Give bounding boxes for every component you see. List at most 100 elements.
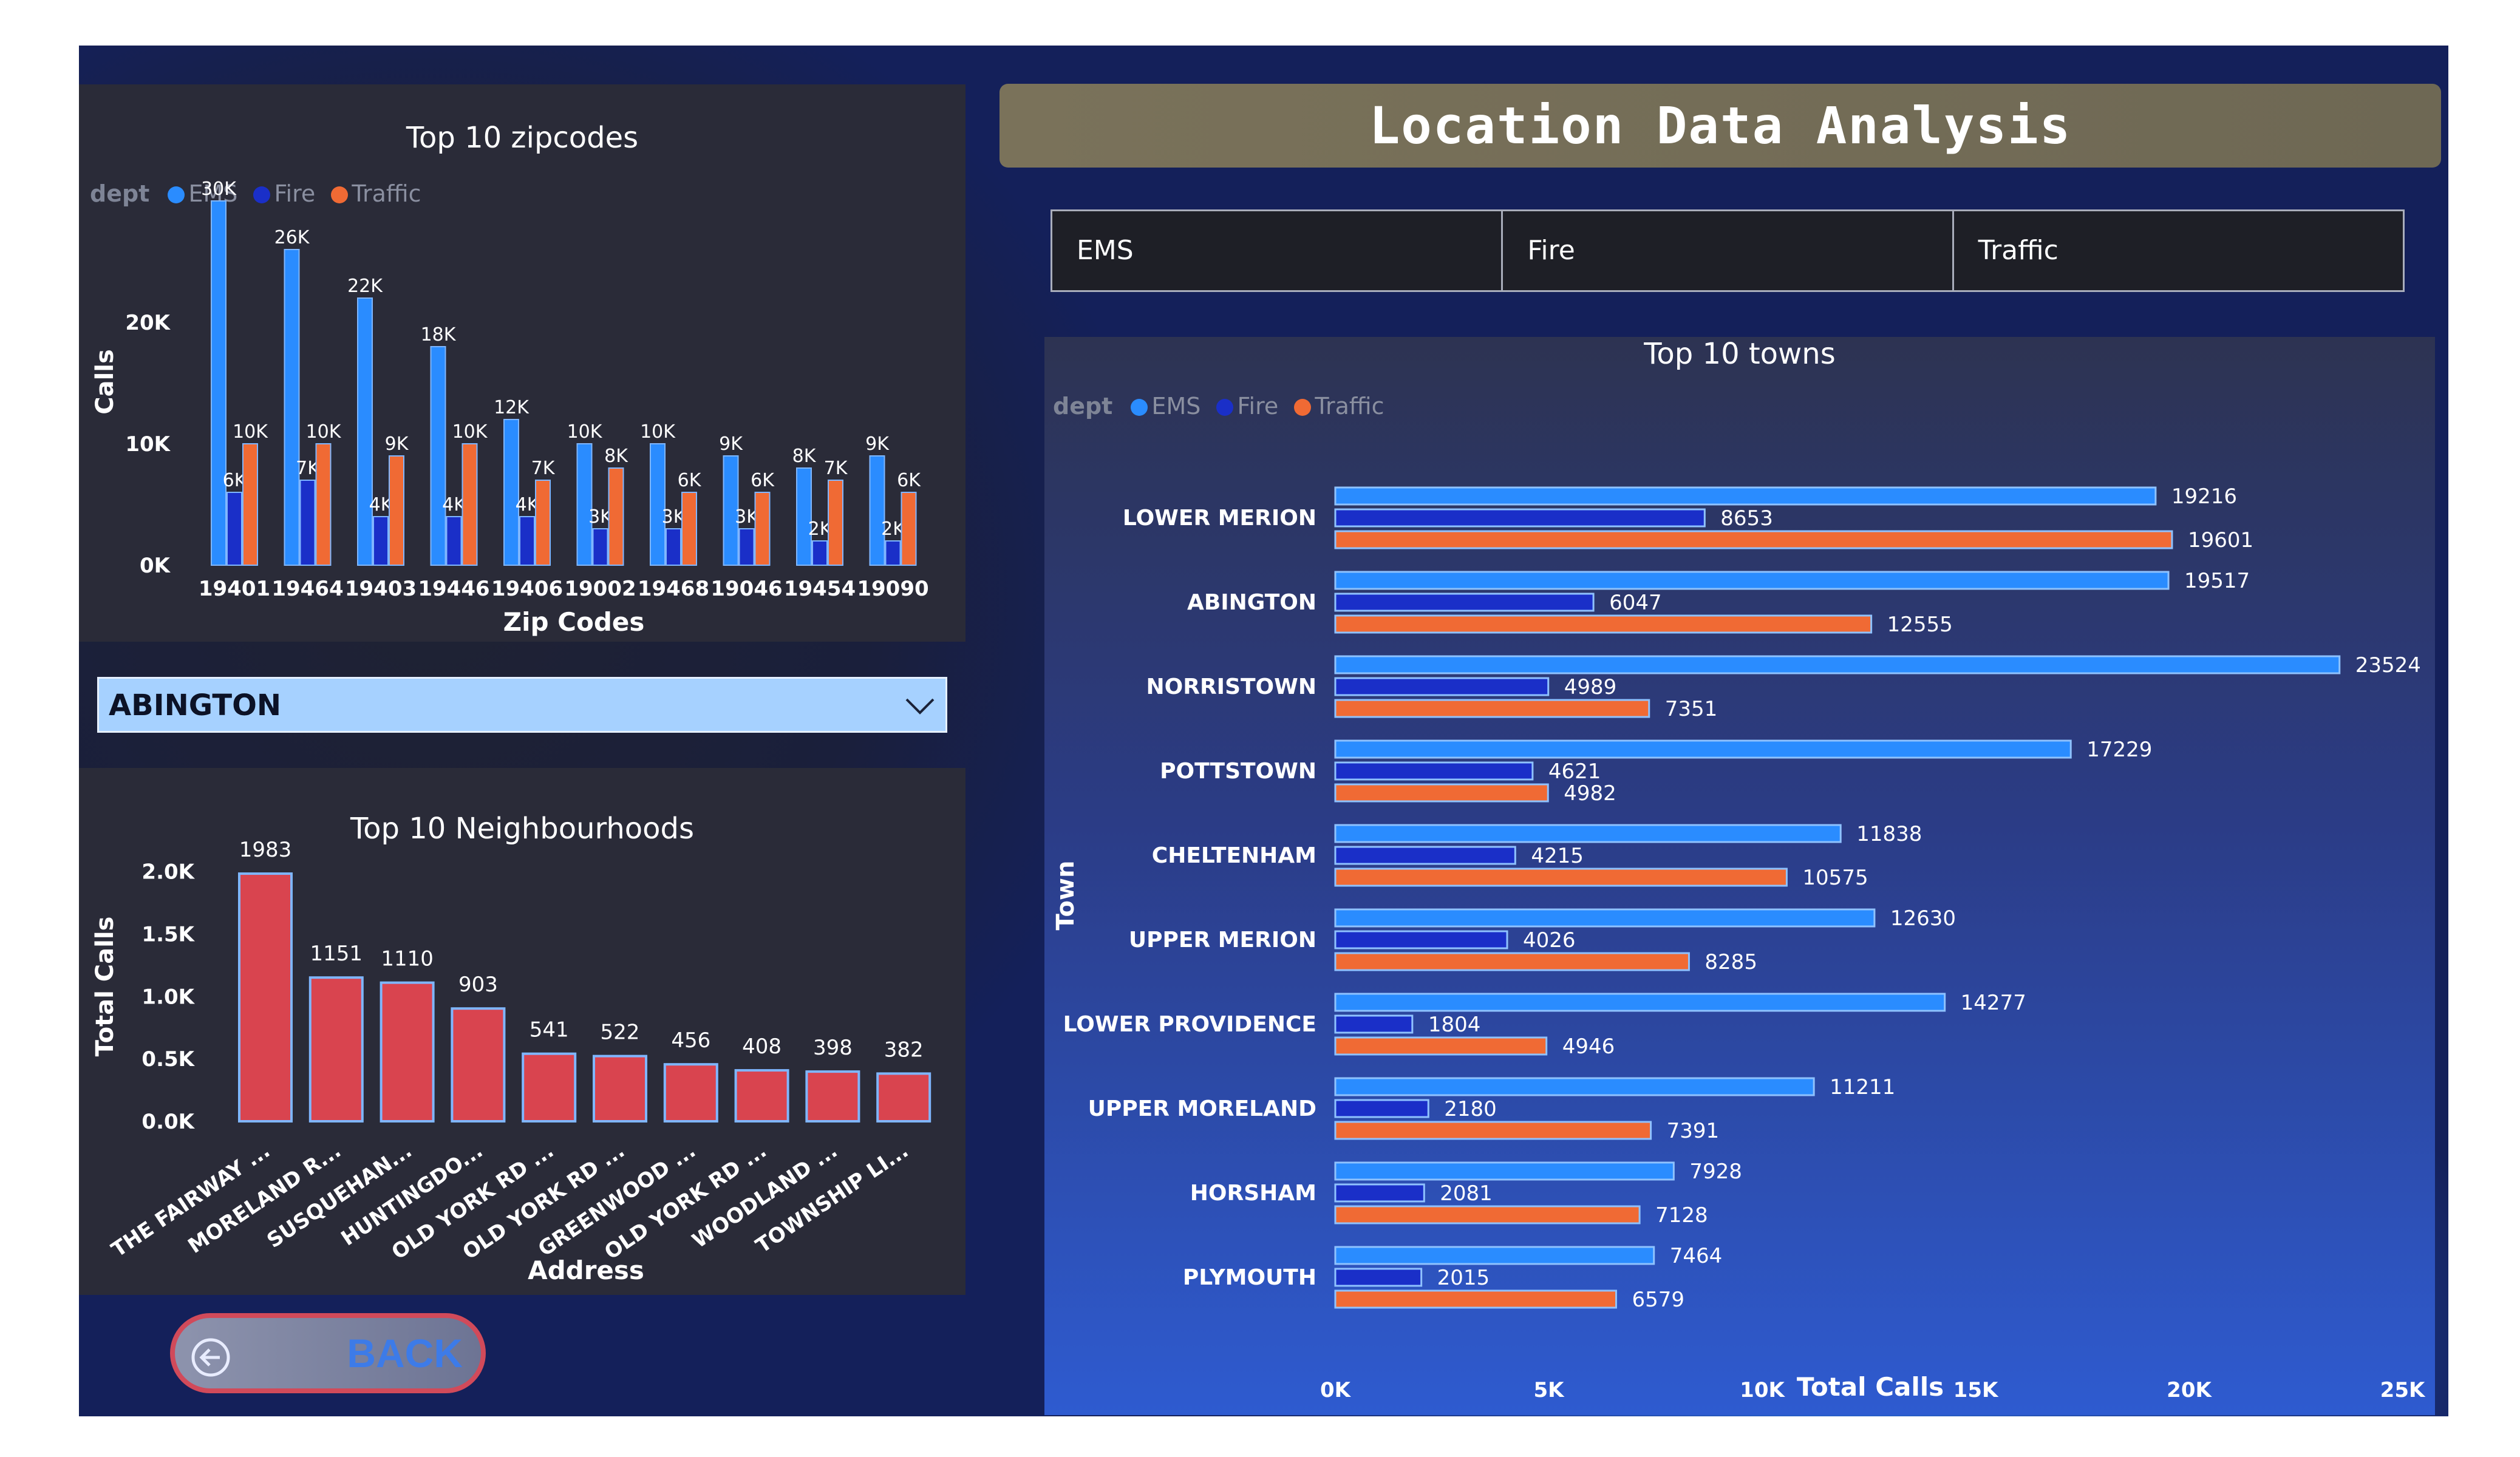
nb-data-label: 903: [458, 973, 498, 997]
zip-bar-traffic: [461, 443, 478, 566]
zip-bar-fire: [373, 516, 389, 566]
towns-ytick-label: UPPER MORELAND: [1088, 1096, 1316, 1121]
towns-data-label-ems: 7928: [1689, 1160, 1742, 1184]
zip-xaxis-title: Zip Codes: [503, 607, 645, 637]
zip-data-label-ems: 18K: [421, 324, 457, 345]
nb-bar: [734, 1069, 789, 1122]
nb-bar: [380, 981, 435, 1122]
dashboard-canvas: Top 10 zipcodes dept EMS Fire Traffic 0K…: [79, 46, 2448, 1416]
towns-data-label-traffic: 12555: [1887, 613, 1953, 637]
towns-data-label-fire: 8653: [1720, 506, 1773, 531]
neighbourhoods-panel: Top 10 Neighbourhoods 0.0K 0.5K 1.0K 1.5K 2.…: [79, 768, 965, 1295]
zip-data-label-ems: 26K: [274, 227, 310, 248]
towns-chart: 0K 5K 10K 15K 20K 25K Total Calls Town LOWER MER…: [1052, 484, 2426, 1402]
zip-xtick-label: 19464: [271, 577, 343, 601]
towns-data-label-ems: 14277: [1961, 991, 2026, 1015]
towns-data-label-traffic: 7391: [1667, 1119, 1720, 1143]
towns-ytick-label: NORRISTOWN: [1146, 674, 1317, 699]
zip-data-label-ems: 30K: [201, 178, 237, 200]
zip-ytick-label: 10K: [125, 432, 171, 457]
zip-bar-ems: [284, 249, 300, 566]
zip-xtick-label: 19403: [345, 577, 417, 601]
towns-data-label-ems: 17229: [2086, 738, 2152, 762]
towns-bar-ems: [1334, 739, 2072, 759]
neighbourhoods-chart: 0.0K 0.5K 1.0K 1.5K 2.0K Total Calls Address 19…: [91, 838, 931, 1285]
nb-data-label: 398: [813, 1036, 853, 1060]
nb-bar: [593, 1055, 647, 1123]
back-button[interactable]: BACK: [170, 1313, 486, 1393]
nb-ytick-label: 0.0K: [141, 1110, 195, 1134]
nb-ytick-label: 1.0K: [141, 985, 195, 1009]
zip-data-label-ems: 10K: [567, 421, 603, 443]
nb-yaxis-title: Total Calls: [91, 917, 119, 1057]
zip-data-label-ems: 10K: [640, 421, 676, 443]
nb-data-label: 1110: [381, 947, 434, 971]
zip-data-label-traffic: 10K: [306, 421, 342, 443]
nb-data-label: 456: [671, 1028, 710, 1053]
zip-xtick-label: 19002: [564, 577, 636, 601]
zip-bar-ems: [576, 443, 593, 566]
towns-bar-fire: [1334, 761, 1534, 781]
zip-bar-ems: [430, 346, 446, 566]
zip-data-label-ems: 22K: [347, 276, 383, 297]
nb-ytick-label: 1.5K: [141, 922, 195, 946]
towns-data-label-fire: 4989: [1564, 675, 1617, 699]
town-dropdown-value: ABINGTON: [109, 688, 282, 722]
nb-data-label: 1151: [310, 942, 363, 966]
dept-slicer: EMS Fire Traffic: [1051, 209, 2405, 292]
town-dropdown[interactable]: ABINGTON: [97, 677, 947, 733]
nb-ytick-label: 2.0K: [141, 860, 195, 885]
towns-data-label-fire: 4215: [1531, 844, 1584, 868]
towns-bar-traffic: [1334, 1121, 1652, 1140]
dept-button-traffic[interactable]: Traffic: [1954, 211, 2403, 290]
dept-button-ems[interactable]: EMS: [1052, 211, 1503, 290]
zip-bar-fire: [592, 528, 608, 566]
zip-data-label-ems: 12K: [494, 397, 530, 418]
back-button-label: BACK: [347, 1331, 463, 1376]
towns-yaxis-title: Town: [1052, 861, 1080, 931]
zip-bar-ems: [211, 200, 226, 566]
towns-xtick-label: 25K: [2380, 1378, 2426, 1402]
zip-xtick-label: 19401: [199, 577, 270, 601]
towns-bar-ems: [1334, 1161, 1675, 1181]
zip-bar-fire: [666, 528, 681, 566]
zip-bar-ems: [650, 443, 666, 566]
towns-data-label-fire: 6047: [1609, 591, 1662, 615]
towns-data-label-traffic: 10575: [1802, 866, 1868, 890]
nb-bar: [876, 1072, 931, 1122]
page-title: Location Data Analysis: [999, 84, 2441, 168]
zip-bar-traffic: [608, 467, 624, 566]
towns-data-label-traffic: 7128: [1655, 1203, 1708, 1228]
zip-data-label-traffic: 7K: [824, 458, 848, 479]
towns-xtick-label: 0K: [1320, 1378, 1352, 1402]
dept-button-fire[interactable]: Fire: [1503, 211, 1954, 290]
towns-bar-ems: [1334, 993, 1946, 1012]
zip-bar-fire: [885, 540, 901, 566]
towns-data-label-fire: 2015: [1437, 1266, 1490, 1290]
towns-ytick-label: ABINGTON: [1187, 590, 1316, 615]
zip-xtick-label: 19454: [784, 577, 856, 601]
towns-bar-traffic: [1334, 1205, 1641, 1224]
towns-ytick-label: LOWER PROVIDENCE: [1063, 1012, 1316, 1037]
nb-bar: [238, 872, 293, 1122]
zip-ytick-label: 20K: [125, 311, 171, 335]
towns-data-label-traffic: 6579: [1632, 1288, 1685, 1312]
towns-data-label-traffic: 4946: [1562, 1034, 1615, 1059]
towns-bar-ems: [1334, 1246, 1655, 1265]
zip-bar-traffic: [754, 492, 771, 566]
towns-xaxis-title: Total Calls: [1797, 1372, 1944, 1402]
towns-data-label-ems: 19216: [2171, 484, 2237, 509]
towns-bar-traffic: [1334, 699, 1650, 718]
zip-data-label-ems: 9K: [865, 433, 890, 455]
zip-xtick-label: 19468: [638, 577, 709, 601]
towns-bar-fire: [1334, 1014, 1414, 1034]
towns-bar-fire: [1334, 1099, 1429, 1118]
towns-data-label-fire: 1804: [1428, 1013, 1481, 1037]
nb-bar: [805, 1070, 860, 1122]
towns-ytick-label: HORSHAM: [1190, 1181, 1316, 1206]
zip-bar-traffic: [315, 443, 332, 566]
towns-ytick-label: PLYMOUTH: [1183, 1265, 1316, 1290]
towns-data-label-ems: 7464: [1670, 1244, 1723, 1268]
zip-bar-fire: [299, 480, 316, 566]
zip-bar-fire: [738, 528, 755, 566]
